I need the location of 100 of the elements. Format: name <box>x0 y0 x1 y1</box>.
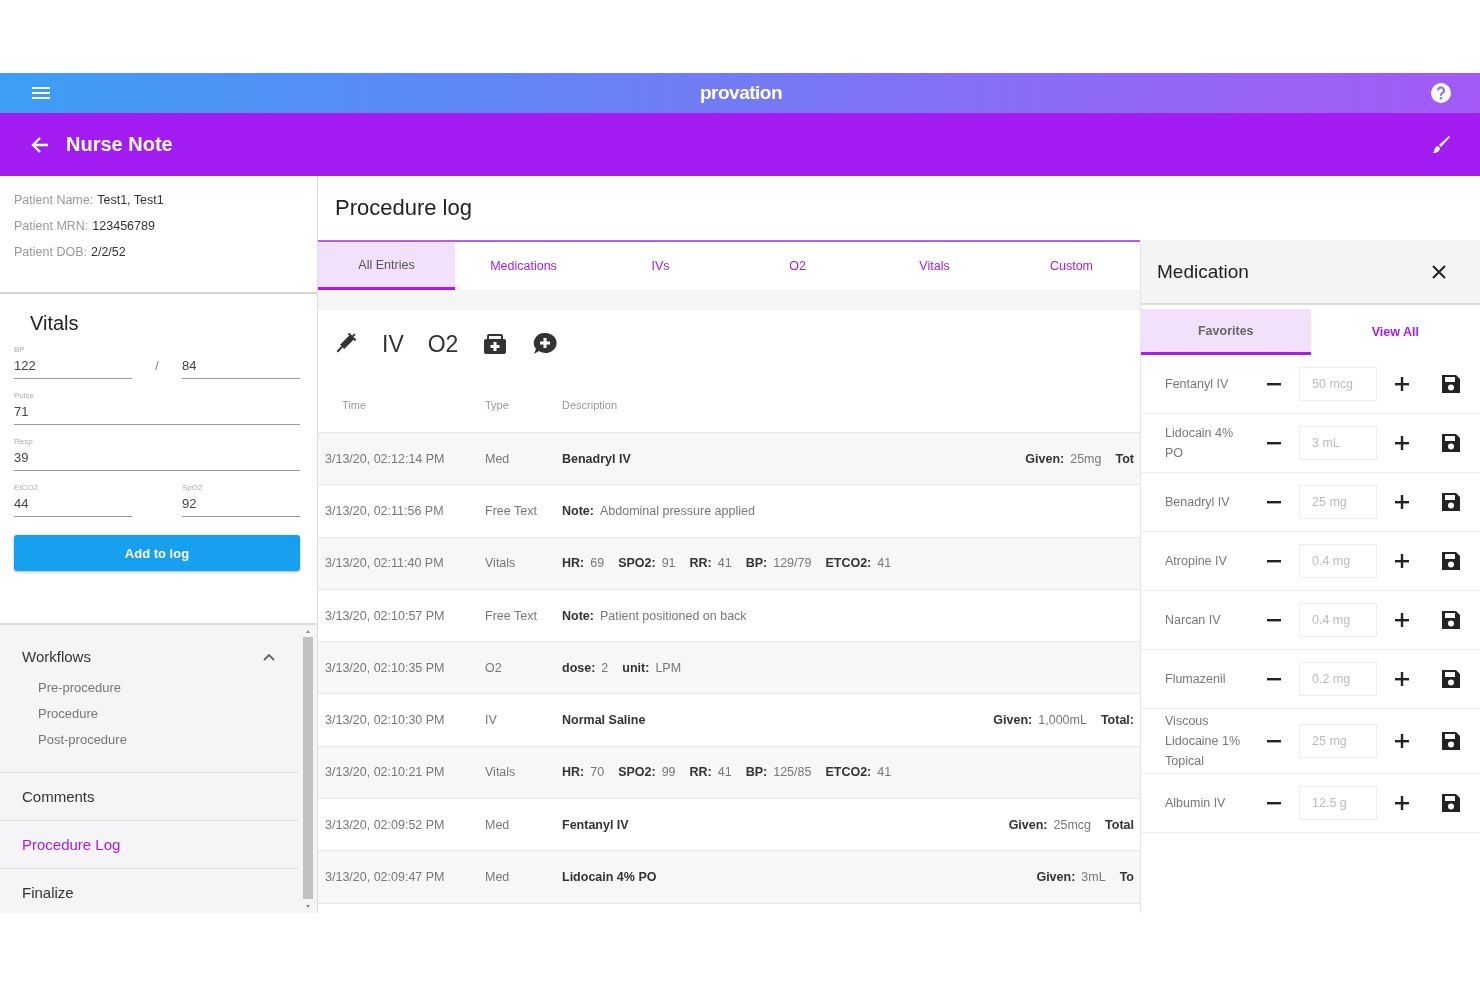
medication-name: Benadryl IV <box>1165 494 1231 511</box>
plus-icon[interactable] <box>1395 796 1409 810</box>
detail-label: Given: <box>1008 817 1048 832</box>
tab[interactable]: O2 <box>729 242 866 290</box>
plus-icon[interactable] <box>1395 377 1409 391</box>
table-cell-text: 3/13/20, 02:11:40 PM <box>324 556 445 571</box>
section-title: Procedure log <box>334 194 473 222</box>
tab[interactable]: All Entries <box>318 242 455 290</box>
detail-label: Tot <box>1115 451 1134 466</box>
plus-icon[interactable] <box>1395 495 1409 509</box>
menu-icon[interactable] <box>30 84 52 102</box>
column-header: Type <box>485 399 510 411</box>
detail-label: ETCO2: <box>825 765 872 780</box>
medical-kit-icon[interactable] <box>482 331 509 357</box>
detail-value: 70 <box>590 765 605 780</box>
nav-item[interactable]: Procedure Log <box>22 836 121 853</box>
detail-label: Total <box>1105 817 1134 832</box>
detail-value: 69 <box>590 556 605 571</box>
detail-label: To <box>1119 870 1134 884</box>
save-icon[interactable] <box>1441 731 1461 751</box>
detail-value: Abdominal pressure applied <box>599 503 755 518</box>
detail-label: ETCO2: <box>825 556 872 571</box>
nav-subitem[interactable]: Post-procedure <box>38 732 299 758</box>
medication-name: Lidocain 4% PO <box>1165 425 1235 462</box>
section-title: Vitals <box>30 312 80 335</box>
nav-item[interactable]: Comments <box>22 788 95 805</box>
nav-item[interactable]: Finalize <box>22 884 74 901</box>
separator-text: / <box>155 359 159 375</box>
save-icon[interactable] <box>1441 374 1461 394</box>
detail-value: 2 <box>601 660 609 675</box>
detail-value: 41 <box>717 765 732 780</box>
patient-value: 2/2/52 <box>90 245 126 259</box>
help-icon[interactable] <box>1430 82 1452 104</box>
table-cell-text: 3/13/20, 02:12:14 PM <box>324 451 446 466</box>
brush-icon[interactable] <box>1430 133 1452 156</box>
detail-value: 41 <box>717 556 732 571</box>
detail-value: 125/85 <box>773 765 812 780</box>
tab[interactable]: IVs <box>592 242 729 290</box>
plus-icon[interactable] <box>1395 554 1409 568</box>
detail-value: 25mcg <box>1053 817 1092 832</box>
detail-label: SPO2: <box>618 556 656 571</box>
input-field[interactable]: 122 <box>14 355 132 379</box>
detail-label: RR: <box>689 765 712 780</box>
medication-name: Narcan IV <box>1165 612 1222 629</box>
plus-icon[interactable] <box>1395 613 1409 627</box>
field-label: EtCO2 <box>14 483 39 493</box>
input-field[interactable]: 44 <box>14 493 132 517</box>
table-cell-text: 3/13/20, 02:09:52 PM <box>324 817 446 832</box>
tab[interactable]: Favorites <box>1141 309 1311 355</box>
nav-subitem[interactable]: Pre-procedure <box>38 680 299 706</box>
tab[interactable]: Vitals <box>866 242 1003 290</box>
input-field[interactable]: 71 <box>14 401 300 425</box>
patient-value: 123456789 <box>92 219 155 233</box>
entry-name: Benadryl IV <box>562 451 631 466</box>
nav-subitem[interactable]: Procedure <box>38 706 299 732</box>
back-arrow-icon[interactable] <box>30 134 50 155</box>
input-field[interactable]: 92 <box>182 493 300 517</box>
add-to-log-button[interactable]: Add to log <box>14 535 300 571</box>
detail-label: SPO2: <box>618 765 656 780</box>
save-icon[interactable] <box>1441 433 1461 453</box>
close-icon[interactable] <box>1432 264 1446 279</box>
table-cell-text: Med <box>485 451 511 466</box>
input-field[interactable]: 39 <box>14 447 300 471</box>
tab[interactable]: Custom <box>1003 242 1140 290</box>
detail-label: Given: <box>1025 451 1065 466</box>
plus-icon[interactable] <box>1395 436 1409 450</box>
chat-add-icon[interactable] <box>532 331 559 357</box>
save-icon[interactable] <box>1441 669 1461 689</box>
detail-label: RR: <box>689 556 712 571</box>
save-icon[interactable] <box>1441 610 1461 630</box>
chevron-up-icon[interactable] <box>263 652 275 661</box>
plus-icon[interactable] <box>1395 672 1409 686</box>
medication-name: Atropine IV <box>1165 553 1228 570</box>
patient-value: Test1, Test1 <box>97 193 164 207</box>
tab[interactable]: View All <box>1310 309 1480 355</box>
detail-label: HR: <box>562 556 585 571</box>
input-field[interactable]: 84 <box>182 355 300 379</box>
toolbar-button[interactable]: IV <box>382 330 404 358</box>
detail-label: Note: <box>562 608 594 623</box>
table-cell-text: IV <box>485 713 498 728</box>
nav-item[interactable]: Workflows <box>22 648 91 665</box>
table-cell-text: Vitals <box>485 556 517 571</box>
save-icon[interactable] <box>1441 551 1461 571</box>
table-cell-text: 3/13/20, 02:09:47 PM <box>324 870 446 884</box>
table-cell-text: Free Text <box>485 608 538 623</box>
save-icon[interactable] <box>1441 793 1461 813</box>
app-logo: provation <box>699 82 783 104</box>
table-cell-text: 3/13/20, 02:10:35 PM <box>324 660 446 675</box>
save-icon[interactable] <box>1441 492 1461 512</box>
table-cell-text: 3/13/20, 02:10:57 PM <box>324 608 446 623</box>
detail-value: 25mg <box>1070 451 1102 466</box>
medication-name: Viscous Lidocaine 1% Topical <box>1165 713 1242 770</box>
medication-name: Fentanyl IV <box>1165 376 1230 393</box>
plus-icon[interactable] <box>1395 734 1409 748</box>
field-label: SpO2 <box>182 483 204 493</box>
detail-label: unit: <box>622 660 650 675</box>
tab[interactable]: Medications <box>455 242 592 290</box>
column-header: Time <box>341 399 368 411</box>
toolbar-button[interactable]: O2 <box>427 330 459 358</box>
detail-value: 41 <box>877 556 892 571</box>
